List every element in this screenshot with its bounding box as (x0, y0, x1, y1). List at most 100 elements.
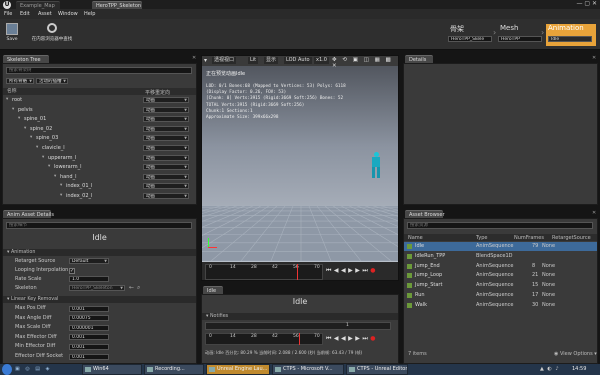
menu-edit[interactable]: Edit (20, 11, 30, 17)
tree-expand-icon[interactable]: ▾ (6, 97, 8, 102)
taskbar-quicklaunch[interactable]: ▣ ◎ ▤ ◈ (15, 366, 63, 373)
bone-row[interactable]: ▾ hand_l 动画 (3, 173, 196, 182)
browse-icon[interactable]: ← (129, 284, 134, 291)
skeleton-search-input[interactable]: 搜索骨架树 (6, 67, 192, 74)
bone-translation-select[interactable]: 动画 (143, 183, 189, 190)
bone-translation-select[interactable]: 动画 (143, 106, 189, 113)
record-icon[interactable]: ● (370, 335, 378, 342)
asset-row[interactable]: Idle AnimSequence 79 None (404, 242, 597, 251)
menu-window[interactable]: Window (58, 11, 78, 17)
record-icon[interactable]: ● (370, 267, 378, 274)
close-icon[interactable]: ✕ (192, 55, 196, 61)
window-controls[interactable]: — ▢ ✕ (562, 0, 600, 8)
close-icon[interactable]: ✕ (592, 210, 596, 216)
bone-row[interactable]: ▾ lowerarm_l 动画 (3, 163, 196, 172)
asset-row[interactable]: Jump_Loop AnimSequence 21 None (404, 271, 597, 280)
asset-row[interactable]: Walk AnimSequence 30 None (404, 301, 597, 310)
bone-translation-select[interactable]: 动画 (143, 193, 189, 199)
tree-expand-icon[interactable]: ▾ (54, 174, 56, 179)
tray-icons[interactable]: ▲ ◐ ♪ (540, 366, 560, 372)
viewport-playhead[interactable] (297, 264, 298, 280)
tree-expand-icon[interactable]: ▾ (12, 107, 14, 112)
tree-expand-icon[interactable]: ▾ (24, 126, 26, 131)
compression-input[interactable]: 0.001 (69, 353, 109, 360)
view-mode-button[interactable]: 透视视口 (212, 57, 237, 64)
search-icon[interactable]: ⌕ (137, 284, 140, 292)
menu-file[interactable]: File (4, 11, 12, 17)
character-model[interactable] (370, 152, 382, 180)
bone-translation-select[interactable]: 动画 (143, 154, 189, 161)
col-retarget-source[interactable]: RetargetSource (552, 235, 591, 241)
start-button[interactable] (2, 364, 12, 375)
save-button[interactable]: Save (3, 21, 21, 48)
view-options-button[interactable]: ◉ View Options ▾ (554, 351, 597, 357)
taskbar-item[interactable]: CTPS - Unreal Editor (346, 364, 408, 375)
asset-row[interactable]: Jump_Start AnimSequence 15 None (404, 281, 597, 290)
bone-row[interactable]: ▾ clavicle_l 动画 (3, 144, 196, 153)
bone-row[interactable]: ▾ pelvis 动画 (3, 106, 196, 115)
compression-section-header[interactable]: ▾ Linear Key Removal (3, 296, 196, 303)
tree-expand-icon[interactable]: ▾ (42, 155, 44, 160)
tree-expand-icon[interactable]: ▾ (48, 164, 50, 169)
socket-filter-select[interactable]: 活动的插槽 (36, 78, 68, 84)
col-num-frames[interactable]: NumFrames (514, 235, 544, 241)
clock[interactable]: 14:59 (572, 366, 586, 372)
tab-asset-browser[interactable]: Asset Browser (405, 210, 445, 218)
close-icon[interactable]: ✕ (592, 55, 596, 61)
compression-input[interactable]: 0.001 (69, 343, 109, 350)
compression-input[interactable]: 0.000001 (69, 324, 109, 331)
tab-skeleton-tree[interactable]: Skeleton Tree (3, 55, 49, 63)
viewport-menu-icon[interactable]: ▾ (204, 57, 207, 64)
bone-translation-select[interactable]: 动画 (143, 116, 189, 123)
editor-playhead[interactable] (299, 333, 300, 345)
editor-transport[interactable]: ⏮◀◀▶▶⏭● (326, 335, 378, 343)
tree-expand-icon[interactable]: ▾ (60, 183, 62, 188)
taskbar-item[interactable]: CTPS - Microsoft V... (272, 364, 344, 375)
taskbar-item[interactable]: Recording... (144, 364, 204, 375)
tree-expand-icon[interactable]: ▾ (18, 116, 20, 121)
bone-filter-select[interactable]: 所有骨骼 (6, 78, 34, 84)
menu-help[interactable]: Help (84, 11, 95, 17)
tree-expand-icon[interactable]: ▾ (30, 135, 32, 140)
bone-row[interactable]: ▾ spine_02 动画 (3, 125, 196, 134)
bone-row[interactable]: ▾ spine_01 动画 (3, 115, 196, 124)
bone-translation-select[interactable]: 动画 (143, 164, 189, 171)
tab-details[interactable]: Details (405, 55, 433, 63)
notify-track[interactable]: 1 (205, 322, 391, 330)
bone-row[interactable]: ▾ upperarm_l 动画 (3, 154, 196, 163)
animation-section-header[interactable]: ▾ Animation (3, 249, 196, 256)
tree-expand-icon[interactable]: ▾ (36, 145, 38, 150)
show-button[interactable]: 显示 (264, 57, 279, 64)
bone-translation-select[interactable]: 动画 (143, 125, 189, 132)
rate-scale-input[interactable]: 1.0 (69, 276, 109, 282)
notifies-header[interactable]: ▾ Notifies (202, 313, 398, 320)
looping-checkbox[interactable]: ✓ (69, 268, 75, 274)
viewport-transport[interactable]: ⏮◀◀▶▶⏭● (326, 267, 378, 275)
breadcrumb-skeleton[interactable]: 骨架 HeroTPP_Skele (448, 24, 496, 46)
tab-map[interactable]: Example_Map (16, 1, 60, 9)
asset-row[interactable]: IdleRun_TPP BlendSpace1D (404, 252, 597, 261)
compression-input[interactable]: 0.001 (69, 334, 109, 341)
bone-translation-select[interactable]: 动画 (143, 97, 189, 103)
skeleton-select[interactable]: HeroTPP_Skeleton (69, 285, 125, 291)
bone-translation-select[interactable]: 动画 (143, 135, 189, 142)
tab-anim-asset-details[interactable]: Anim Asset Details (3, 210, 54, 218)
details-search-input[interactable]: 搜索细节 (6, 222, 192, 229)
compression-input[interactable]: 0.001 (69, 305, 109, 312)
breadcrumb-mesh[interactable]: Mesh HeroTPP (498, 24, 544, 46)
retarget-source-select[interactable]: Default (69, 258, 109, 264)
lit-button[interactable]: Lit (248, 57, 259, 64)
col-asset-type[interactable]: Type (476, 235, 487, 241)
bone-row[interactable]: ▾ index_01_l 动画 (3, 182, 196, 191)
bone-row[interactable]: ▾ spine_03 动画 (3, 134, 196, 143)
breadcrumb-animation[interactable]: Animation Idle (546, 24, 596, 46)
lod-button[interactable]: LOD Auto (284, 57, 312, 64)
bone-translation-select[interactable]: 动画 (143, 173, 189, 180)
speed-button[interactable]: x1.0 (314, 57, 329, 64)
compression-input[interactable]: 0.00075 (69, 315, 109, 322)
tab-idle[interactable]: Idle (203, 286, 223, 294)
taskbar-item[interactable]: Win64 (82, 364, 142, 375)
menu-asset[interactable]: Asset (38, 11, 52, 17)
bone-row[interactable]: ▾ index_02_l 动画 (3, 192, 196, 201)
bone-row[interactable]: ▾ root 动画 (3, 96, 196, 105)
